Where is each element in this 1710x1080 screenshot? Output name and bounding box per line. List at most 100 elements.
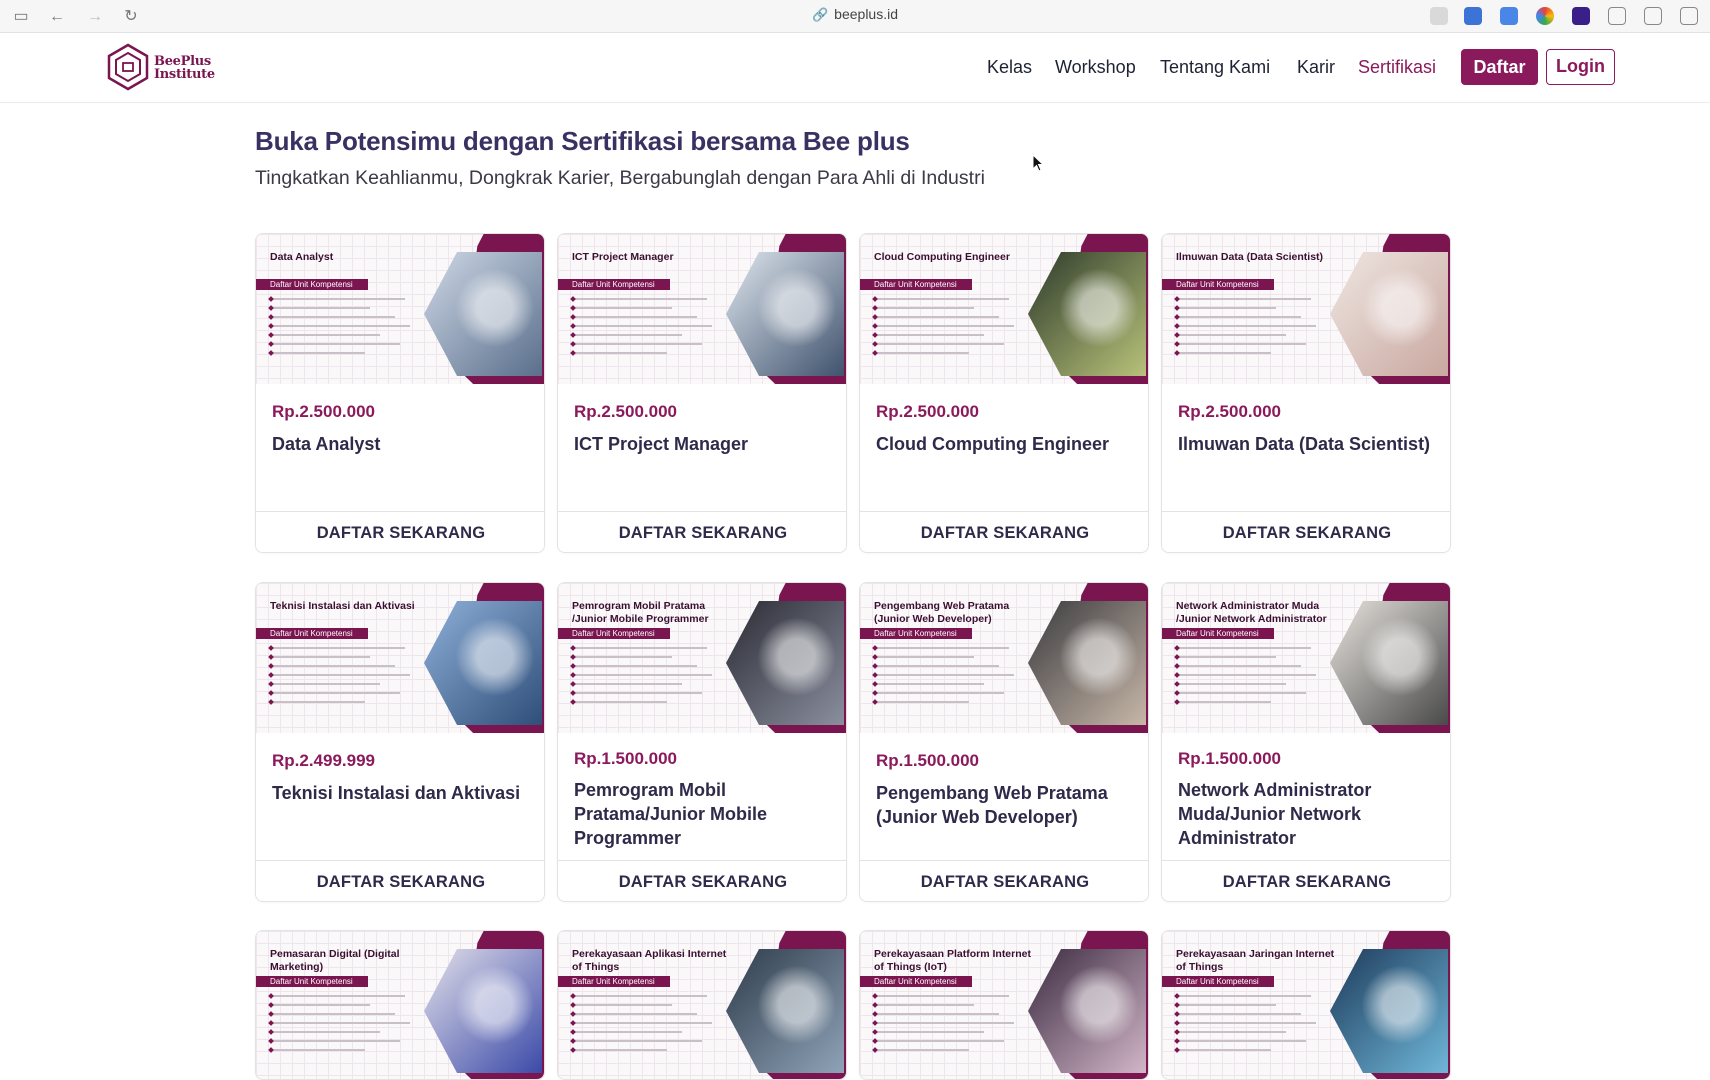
reader-icon[interactable] — [1608, 7, 1626, 25]
card-banner: Teknisi Instalasi dan Aktivasi Daftar Uni… — [256, 583, 544, 733]
card-banner: Pengembang Web Pratama (Junior Web Devel… — [860, 583, 1148, 733]
banner-competency-list — [874, 995, 1024, 1058]
page-title: Buka Potensimu dengan Sertifikasi bersam… — [255, 126, 910, 156]
banner-ribbon: Daftar Unit Kompetensi — [1162, 976, 1274, 987]
card-price: Rp.2.500.000 — [1178, 402, 1282, 421]
certification-card[interactable]: Perekayasaan Aplikasi Internet of Things… — [557, 930, 847, 1080]
digital-touch-photo — [1330, 949, 1448, 1073]
banner-ribbon: Daftar Unit Kompetensi — [1162, 628, 1274, 639]
certification-card[interactable]: Cloud Computing Engineer Daftar Unit Komp… — [859, 233, 1149, 553]
certification-card[interactable]: Network Administrator Muda /Junior Netwo… — [1161, 582, 1451, 902]
banner-ribbon: Daftar Unit Kompetensi — [256, 976, 368, 987]
extension-icon[interactable] — [1430, 7, 1448, 25]
certification-card[interactable]: Perekayasaan Platform Internet of Things… — [859, 930, 1149, 1080]
card-title: Cloud Computing Engineer — [876, 434, 1109, 454]
banner-competency-list — [874, 298, 1024, 361]
register-now-button[interactable]: DAFTAR SEKARANG — [1162, 511, 1450, 552]
extensions-icon[interactable] — [1644, 7, 1662, 25]
banner-competency-list — [572, 995, 722, 1058]
beeplus-hex-icon — [107, 43, 149, 91]
login-button[interactable]: Login — [1546, 49, 1615, 85]
banner-title: Cloud Computing Engineer — [874, 251, 1010, 263]
banner-title: Pemasaran Digital (Digital Marketing) — [270, 948, 400, 973]
banner-ribbon: Daftar Unit Kompetensi — [256, 279, 368, 290]
page-subtitle: Tingkatkan Keahlianmu, Dongkrak Karier, … — [255, 167, 985, 189]
banner-ribbon: Daftar Unit Kompetensi — [558, 628, 670, 639]
banner-competency-list — [572, 647, 722, 710]
typing-laptop-photo — [424, 949, 542, 1073]
card-banner: Perekayasaan Platform Internet of Things… — [860, 931, 1148, 1079]
handshake-network-photo — [1028, 949, 1146, 1073]
banner-ribbon: Daftar Unit Kompetensi — [860, 628, 972, 639]
register-now-button[interactable]: DAFTAR SEKARANG — [860, 860, 1148, 901]
extension-icon[interactable] — [1464, 7, 1482, 25]
banner-title: Perekayasaan Jaringan Internet of Things — [1176, 948, 1335, 973]
address-bar[interactable]: 🔗 beeplus.id — [0, 6, 1710, 23]
banner-competency-list — [572, 298, 722, 361]
extension-icon[interactable] — [1572, 7, 1590, 25]
translate-icon[interactable] — [1500, 7, 1518, 25]
register-now-button[interactable]: DAFTAR SEKARANG — [1162, 860, 1450, 901]
banner-title: Ilmuwan Data (Data Scientist) — [1176, 251, 1324, 263]
banner-title: Perekayasaan Platform Internet of Things… — [874, 948, 1031, 973]
logo-text: BeePlus Institute — [154, 55, 215, 81]
banner-competency-list — [270, 995, 420, 1058]
banner-title: Network Administrator Muda /Junior Netwo… — [1176, 600, 1327, 625]
card-price: Rp.2.500.000 — [272, 402, 376, 421]
banner-competency-list — [874, 647, 1024, 710]
card-banner: Pemrogram Mobil Pratama /Junior Mobile P… — [558, 583, 846, 733]
card-banner: Perekayasaan Jaringan Internet of Things… — [1162, 931, 1450, 1079]
banner-ribbon: Daftar Unit Kompetensi — [860, 976, 972, 987]
code-laptop-photo — [726, 601, 844, 725]
register-now-button[interactable]: DAFTAR SEKARANG — [860, 511, 1148, 552]
banner-ribbon: Daftar Unit Kompetensi — [1162, 279, 1274, 290]
certification-card[interactable]: Ilmuwan Data (Data Scientist) Daftar Unit… — [1161, 233, 1451, 553]
banner-title: Pengembang Web Pratama (Junior Web Devel… — [874, 600, 1010, 625]
banner-competency-list — [1176, 647, 1326, 710]
mouse-cursor-icon — [1032, 154, 1044, 172]
register-now-button[interactable]: DAFTAR SEKARANG — [558, 860, 846, 901]
certification-card[interactable]: Pemasaran Digital (Digital Marketing) Daf… — [255, 930, 545, 1080]
card-title: Pemrogram Mobil Pratama/Junior Mobile Pr… — [574, 780, 768, 848]
browser-toolbar: ▭ ← → ↻ 🔗 beeplus.id — [0, 0, 1710, 33]
card-banner: Pemasaran Digital (Digital Marketing) Daf… — [256, 931, 544, 1079]
card-price: Rp.2.500.000 — [876, 402, 980, 421]
nav-sertifikasi[interactable]: Sertifikasi — [1358, 57, 1436, 78]
desk-laptop-photo — [1330, 601, 1448, 725]
certification-card[interactable]: ICT Project Manager Daftar Unit Kompetens… — [557, 233, 847, 553]
phone-desk-photo — [1330, 252, 1448, 376]
certification-card[interactable]: Pengembang Web Pratama (Junior Web Devel… — [859, 582, 1149, 902]
card-price: Rp.2.500.000 — [574, 402, 678, 421]
register-now-button[interactable]: DAFTAR SEKARANG — [256, 860, 544, 901]
logo[interactable]: BeePlus Institute — [106, 43, 216, 91]
certification-card[interactable]: Pemrogram Mobil Pratama /Junior Mobile P… — [557, 582, 847, 902]
card-title: Ilmuwan Data (Data Scientist) — [1178, 434, 1431, 454]
utility-pole-photo — [424, 601, 542, 725]
laptop-charts-photo — [726, 252, 844, 376]
banner-ribbon: Daftar Unit Kompetensi — [558, 976, 670, 987]
sidebar-right-icon[interactable] — [1680, 7, 1698, 25]
register-button[interactable]: Daftar — [1461, 49, 1538, 85]
nav-workshop[interactable]: Workshop — [1055, 57, 1136, 78]
banner-title: Pemrogram Mobil Pratama /Junior Mobile P… — [572, 600, 709, 625]
laptop-dashboard-photo — [424, 252, 542, 376]
server-room-photo — [726, 949, 844, 1073]
banner-competency-list — [1176, 298, 1326, 361]
nav-karir[interactable]: Karir — [1297, 57, 1335, 78]
color-picker-icon[interactable] — [1536, 7, 1554, 25]
banner-competency-list — [1176, 995, 1326, 1058]
banner-title: ICT Project Manager — [572, 251, 674, 263]
nav-kelas[interactable]: Kelas — [987, 57, 1032, 78]
card-banner: ICT Project Manager Daftar Unit Kompetens… — [558, 234, 846, 384]
banner-competency-list — [270, 647, 420, 710]
register-now-button[interactable]: DAFTAR SEKARANG — [558, 511, 846, 552]
nav-tentang-kami[interactable]: Tentang Kami — [1160, 57, 1270, 78]
card-price: Rp.1.500.000 — [1178, 749, 1282, 768]
certification-card[interactable]: Data Analyst Daftar Unit Kompetensi Rp.2.5… — [255, 233, 545, 553]
banner-competency-list — [270, 298, 420, 361]
site-header: BeePlus Institute Kelas Workshop Tentang… — [0, 33, 1710, 103]
certification-card[interactable]: Teknisi Instalasi dan Aktivasi Daftar Uni… — [255, 582, 545, 902]
register-now-button[interactable]: DAFTAR SEKARANG — [256, 511, 544, 552]
certification-card[interactable]: Perekayasaan Jaringan Internet of Things… — [1161, 930, 1451, 1080]
card-banner: Data Analyst Daftar Unit Kompetensi — [256, 234, 544, 384]
